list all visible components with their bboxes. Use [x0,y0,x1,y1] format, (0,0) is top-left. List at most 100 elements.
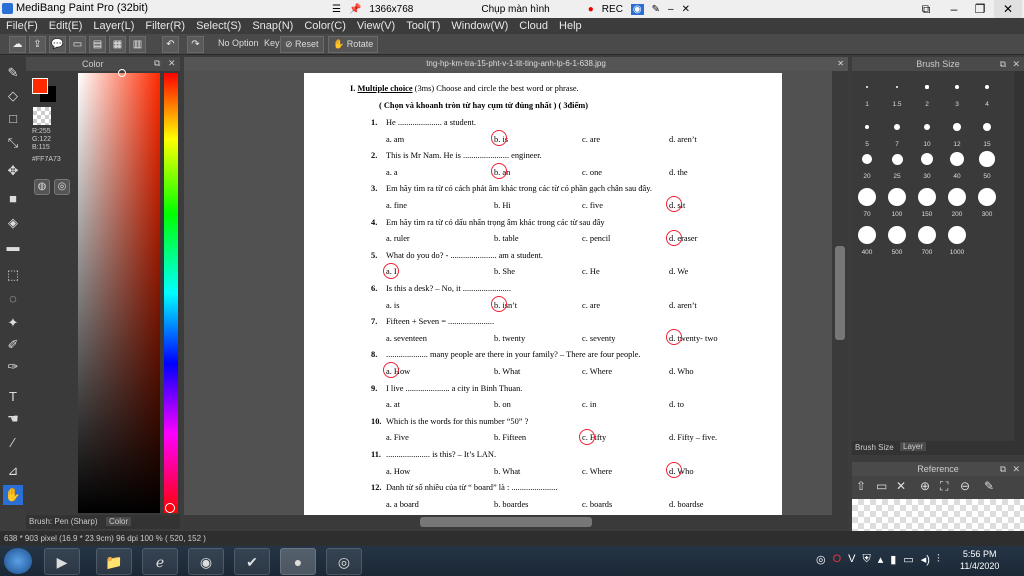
magic-wand-tool-icon[interactable]: ✦ [3,313,23,333]
move-tool-icon[interactable]: ✥ [3,161,23,181]
cloud-icon[interactable]: ☁ [9,36,26,53]
maximize-button[interactable]: ❐ [966,0,994,18]
close-panel-icon[interactable]: ✕ [168,58,176,69]
fit-icon[interactable]: ⛶ [940,479,948,494]
app-icon-green[interactable]: ✔ [234,548,270,575]
popout-icon[interactable]: ⧉ [1000,57,1006,71]
popout-icon[interactable]: ⧉ [1000,462,1006,476]
chrome-app-icon[interactable]: ◉ [188,548,224,575]
menu-layer[interactable]: Layer(L) [93,18,134,34]
menu-cloud[interactable]: Cloud [519,18,548,34]
close-panel-icon[interactable]: ✕ [1012,57,1020,71]
tray-monitor-icon[interactable]: ▭ [903,553,913,566]
dropper-tool-icon[interactable]: ⊿ [3,461,23,481]
brush-size-option[interactable]: 100 [882,187,912,218]
hand-tool-icon[interactable]: ✋ [3,485,23,505]
close-panel-icon[interactable]: ✕ [1012,462,1020,476]
dot-tool-icon[interactable]: ⤡ [3,133,23,153]
tray-network-icon[interactable]: ▮ [890,553,896,566]
page-icon[interactable]: ▤ [89,36,106,53]
reference-canvas[interactable] [852,499,1024,531]
minimize-button[interactable]: – [940,0,968,18]
chat-icon[interactable]: ▭ [69,36,86,53]
brush-size-option[interactable]: 2 [912,77,942,108]
panel-icon[interactable]: ▥ [129,36,146,53]
folder-app-icon[interactable]: 📁 [96,548,132,575]
menu-lines-icon[interactable]: ☰ [332,4,341,15]
zoom-in-icon[interactable]: ⊕ [920,479,930,493]
resolution-label[interactable]: 1366x768 [369,4,413,15]
pin-icon[interactable]: 📌 [349,4,361,15]
transparent-swatch[interactable] [33,107,51,125]
upload-icon[interactable]: ⇪ [29,36,46,53]
tray-expand-icon[interactable]: ▴ [878,553,884,566]
brush-scrollbar[interactable] [1014,71,1024,441]
brush-size-option[interactable]: 3 [942,77,972,108]
medibang-app-icon[interactable]: ● [280,548,316,575]
close-ref-icon[interactable]: ✕ [896,479,906,493]
fill-rect-tool-icon[interactable]: ■ [3,189,23,209]
brush-tool-icon[interactable]: ✎ [3,63,23,83]
undo-icon[interactable]: ↶ [162,36,179,53]
brush-tab[interactable]: Brush: Pen (Sharp) [29,517,97,526]
lasso-tool-icon[interactable]: ◌ [3,289,23,309]
eraser-tool-icon[interactable]: ◇ [3,86,23,106]
close-rec-icon[interactable]: ✕ [682,4,690,15]
close-button[interactable]: ✕ [994,0,1022,18]
record-dot-icon[interactable]: ● [588,4,594,15]
clock[interactable]: 5:56 PM 11/4/2020 [960,548,999,572]
menu-help[interactable]: Help [559,18,582,34]
tab-layer[interactable]: Layer [900,442,927,451]
pen-icon[interactable]: ✎ [652,4,660,15]
gradient-tool-icon[interactable]: ▬ [3,237,23,257]
brush-size-option[interactable]: 40 [942,149,972,180]
text-tool-icon[interactable]: T [3,387,23,407]
menu-snap[interactable]: Snap(N) [252,18,293,34]
brush-size-option[interactable]: 15 [972,117,1002,148]
menu-edit[interactable]: Edit(E) [49,18,83,34]
hue-cursor[interactable] [165,503,175,513]
select-eraser-tool-icon[interactable]: ✑ [3,357,23,377]
tray-opera-icon[interactable]: O [833,553,842,566]
tray-shield-icon[interactable]: ⛨ [863,553,871,566]
eyedropper-tool-icon[interactable]: ⁄ [3,433,23,453]
brush-size-option[interactable]: 5 [852,117,882,148]
brush-size-option[interactable]: 4 [972,77,1002,108]
minimize-rec-icon[interactable]: – [668,4,674,15]
canvas-tab[interactable]: tng-hp-km-tra-15-pht-v-1-tit-ting-anh-lp… [184,57,848,71]
brush-size-option[interactable]: 200 [942,187,972,218]
canvas-close-icon[interactable]: ✕ [837,57,844,71]
tray-v-icon[interactable]: V [848,553,855,566]
tab-brush-size[interactable]: Brush Size [855,443,894,452]
brush-size-option[interactable]: 400 [852,225,882,256]
tray-signal-icon[interactable]: ⫶ [937,553,940,566]
folder-icon[interactable]: ▭ [876,479,887,493]
saturation-value-picker[interactable] [78,73,160,513]
menu-filter[interactable]: Filter(R) [145,18,185,34]
foreground-color-swatch[interactable] [32,78,48,94]
cloud-upload-icon[interactable]: ⇧ [856,479,866,493]
brush-size-option[interactable]: 12 [942,117,972,148]
brush-size-option[interactable]: 1.5 [882,77,912,108]
screenshot-label[interactable]: Chụp màn hình [481,4,549,15]
brush-size-option[interactable]: 50 [972,149,1002,180]
select-pen-tool-icon[interactable]: ✐ [3,335,23,355]
eyedropper-icon[interactable]: ✎ [984,479,994,493]
menu-window[interactable]: Window(W) [451,18,508,34]
palette-add-icon[interactable]: ◎ [54,179,70,195]
comment-icon[interactable]: 💬 [49,36,66,53]
brush-size-option[interactable]: 20 [852,149,882,180]
sv-cursor[interactable] [118,69,126,77]
bucket-tool-icon[interactable]: ◈ [3,213,23,233]
camera-icon[interactable]: ◉ [630,3,644,15]
restore-small-icon[interactable]: ⧉ [912,0,940,18]
brush-size-option[interactable]: 10 [912,117,942,148]
brush-size-option[interactable]: 300 [972,187,1002,218]
rotate-button[interactable]: ✋ Rotate [328,36,379,53]
select-rect-tool-icon[interactable]: ⬚ [3,265,23,285]
brush-size-option[interactable]: 70 [852,187,882,218]
media-app-icon[interactable]: ▶ [44,548,80,575]
ie-app-icon[interactable]: ℯ [142,548,178,575]
brush-size-option[interactable]: 25 [882,149,912,180]
color-tab[interactable]: Color [106,517,132,526]
